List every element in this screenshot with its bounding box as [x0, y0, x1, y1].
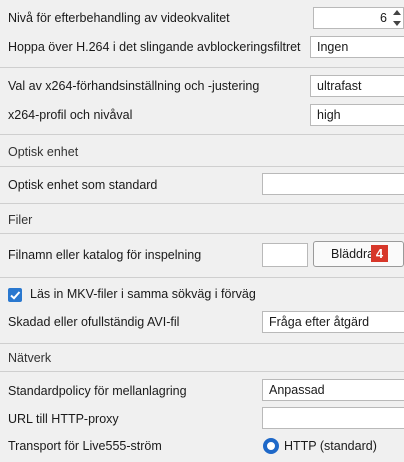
divider — [0, 134, 404, 135]
x264-preset-field[interactable]: ultrafast — [310, 75, 404, 97]
record-path-input[interactable] — [262, 243, 308, 267]
mkv-preload-checkbox[interactable] — [8, 288, 22, 302]
browse-button[interactable]: Bläddra... — [313, 241, 404, 267]
x264-profile-label: x264-profil och nivåval — [8, 108, 133, 122]
divider — [0, 343, 404, 344]
cache-policy-select[interactable]: Anpassad — [262, 379, 404, 401]
proxy-url-label: URL till HTTP-proxy — [8, 412, 119, 426]
skip-loop-value: Ingen — [317, 40, 349, 54]
divider — [0, 233, 404, 234]
postproc-value: 6 — [380, 11, 387, 25]
x264-profile-value: high — [317, 108, 341, 122]
postproc-label: Nivå för efterbehandling av videokvalite… — [8, 11, 230, 25]
checkmark-icon — [10, 291, 21, 300]
proxy-url-input[interactable] — [262, 407, 404, 429]
avi-select[interactable]: Fråga efter åtgärd — [262, 311, 404, 333]
optical-section-title: Optisk enhet — [8, 145, 79, 159]
transport-label: Transport för Live555-ström — [8, 439, 162, 453]
divider — [0, 203, 404, 204]
divider — [0, 371, 404, 372]
avi-value: Fråga efter åtgärd — [269, 315, 370, 329]
record-path-label: Filnamn eller katalog för inspelning — [8, 248, 202, 262]
callout-badge: 4 — [371, 245, 388, 262]
skip-loop-label: Hoppa över H.264 i det slingande avblock… — [8, 40, 301, 54]
avi-label: Skadad eller ofullständig AVI-fil — [8, 315, 180, 329]
optical-default-input[interactable] — [262, 173, 404, 195]
cache-policy-value: Anpassad — [269, 383, 325, 397]
divider — [0, 277, 404, 278]
x264-preset-value: ultrafast — [317, 79, 362, 93]
transport-http-radio[interactable] — [263, 438, 279, 454]
optical-default-label: Optisk enhet som standard — [8, 178, 158, 192]
skip-loop-select[interactable]: Ingen — [310, 36, 404, 58]
transport-http-label: HTTP (standard) — [284, 439, 377, 453]
divider — [0, 67, 404, 68]
mkv-preload-label: Läs in MKV-filer i samma sökväg i förväg — [30, 287, 256, 301]
network-section-title: Nätverk — [8, 351, 52, 365]
spin-arrows-icon[interactable] — [393, 10, 401, 26]
x264-profile-field[interactable]: high — [310, 104, 404, 126]
divider — [0, 166, 404, 167]
x264-preset-label: Val av x264-förhandsinställning och -jus… — [8, 79, 260, 93]
cache-policy-label: Standardpolicy för mellanlagring — [8, 384, 187, 398]
postproc-spinbox[interactable]: 6 — [313, 7, 404, 29]
files-section-title: Filer — [8, 213, 33, 227]
